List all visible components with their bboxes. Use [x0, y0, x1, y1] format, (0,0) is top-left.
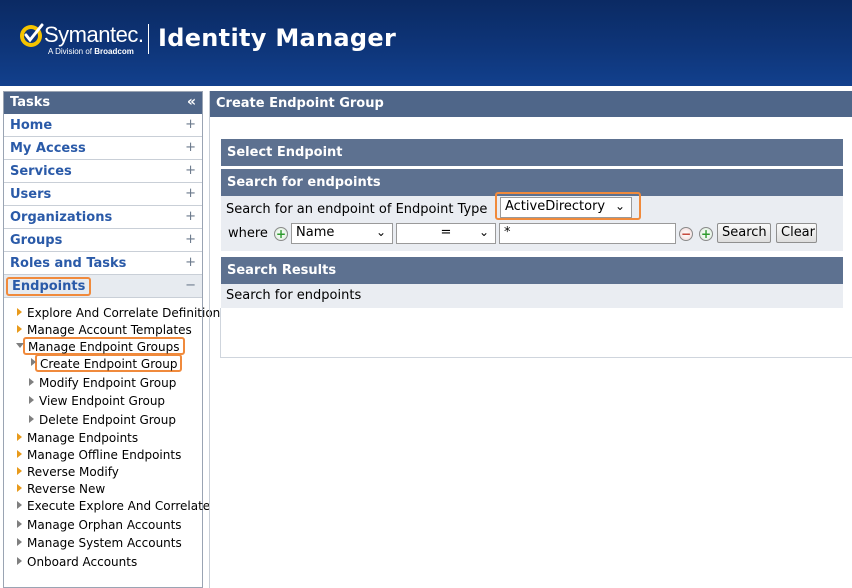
main-content: Create Endpoint Group Select Endpoint Se… — [209, 91, 852, 588]
search-results-row: Search for endpoints — [221, 284, 843, 308]
sidebar-item-endpoints[interactable]: Endpoints − — [4, 275, 202, 298]
expand-icon[interactable]: + — [185, 163, 196, 178]
search-results-header: Search Results — [221, 257, 843, 284]
expand-icon[interactable]: + — [185, 140, 196, 155]
arrow-right-icon — [17, 484, 22, 492]
arrow-right-icon — [17, 450, 22, 458]
where-label: where — [228, 226, 268, 241]
page-title: Create Endpoint Group — [210, 91, 852, 117]
chevron-down-icon: ⌄ — [614, 199, 625, 213]
arrow-right-icon — [31, 358, 36, 366]
app-header: Symantec. A Division of Broadcom Identit… — [0, 0, 852, 86]
header-divider — [148, 24, 149, 54]
arrow-right-icon — [17, 325, 22, 333]
chevron-down-icon: ⌄ — [375, 225, 386, 239]
task-manage-offline-endpoints[interactable]: Manage Offline Endpoints — [17, 448, 181, 462]
chevron-down-icon: ⌄ — [478, 225, 489, 239]
arrow-right-icon — [17, 538, 22, 546]
sidebar-item-groups[interactable]: Groups + — [4, 229, 202, 252]
collapse-icon[interactable]: « — [187, 94, 196, 110]
add-condition-icon-2[interactable]: + — [699, 227, 713, 241]
task-reverse-modify[interactable]: Reverse Modify — [17, 465, 119, 479]
task-manage-orphan-accounts[interactable]: Manage Orphan Accounts — [17, 518, 182, 532]
search-value-input[interactable]: * — [499, 223, 676, 244]
task-delete-endpoint-group[interactable]: Delete Endpoint Group — [29, 413, 176, 427]
arrow-right-icon — [29, 415, 34, 423]
arrow-right-icon — [17, 467, 22, 475]
symantec-logo-icon — [20, 23, 44, 47]
arrow-right-icon — [29, 378, 34, 386]
task-manage-endpoint-groups[interactable]: Manage Endpoint Groups — [16, 337, 185, 355]
sidebar-item-services[interactable]: Services + — [4, 160, 202, 183]
product-title: Identity Manager — [158, 24, 397, 52]
sidebar-item-home[interactable]: Home + — [4, 114, 202, 137]
brand-tagline: A Division of Broadcom — [48, 47, 134, 56]
remove-condition-icon[interactable]: − — [679, 227, 693, 241]
expand-icon[interactable]: + — [185, 209, 196, 224]
sidebar-item-my-access[interactable]: My Access + — [4, 137, 202, 160]
task-manage-system-accounts[interactable]: Manage System Accounts — [17, 536, 182, 550]
brand-name: Symantec. — [44, 22, 144, 47]
add-condition-icon[interactable]: + — [274, 227, 288, 241]
arrow-right-icon — [17, 501, 22, 509]
arrow-right-icon — [17, 433, 22, 441]
search-form: Search for an endpoint of Endpoint Type … — [221, 192, 843, 251]
arrow-right-icon — [17, 520, 22, 528]
arrow-right-icon — [17, 557, 22, 565]
task-create-endpoint-group[interactable]: Create Endpoint Group — [31, 354, 183, 372]
expand-icon[interactable]: + — [185, 232, 196, 247]
task-execute-explore-and-correlate[interactable]: Execute Explore And Correlate — [17, 499, 210, 513]
search-prompt-label: Search for an endpoint of Endpoint Type — [226, 202, 488, 217]
panel-footer — [220, 308, 852, 358]
select-endpoint-header: Select Endpoint — [221, 139, 843, 166]
attribute-select[interactable]: Name ⌄ — [291, 223, 393, 244]
task-modify-endpoint-group[interactable]: Modify Endpoint Group — [29, 376, 176, 390]
sidebar-item-roles-and-tasks[interactable]: Roles and Tasks + — [4, 252, 202, 275]
endpoint-type-select[interactable]: ActiveDirectory ⌄ — [500, 197, 632, 218]
arrow-down-icon — [16, 343, 24, 348]
expand-icon[interactable]: + — [185, 117, 196, 132]
sidebar-item-users[interactable]: Users + — [4, 183, 202, 206]
task-onboard-accounts[interactable]: Onboard Accounts — [17, 555, 137, 569]
arrow-right-icon — [17, 308, 22, 316]
operator-select[interactable]: = ⌄ — [396, 223, 496, 244]
expand-icon[interactable]: + — [185, 255, 196, 270]
task-manage-endpoints[interactable]: Manage Endpoints — [17, 431, 138, 445]
search-results-text: Search for endpoints — [226, 288, 362, 303]
task-manage-account-templates[interactable]: Manage Account Templates — [17, 323, 192, 337]
collapse-section-icon[interactable]: − — [185, 278, 196, 293]
tasks-sidebar: Tasks « Home + My Access + Services + Users… — [3, 91, 220, 588]
arrow-right-icon — [29, 396, 34, 404]
task-view-endpoint-group[interactable]: View Endpoint Group — [29, 394, 165, 408]
task-explore-and-correlate-definition[interactable]: Explore And Correlate Definition — [17, 306, 220, 320]
expand-icon[interactable]: + — [185, 186, 196, 201]
tasks-header: Tasks « — [4, 92, 202, 114]
task-reverse-new[interactable]: Reverse New — [17, 482, 105, 496]
search-button[interactable]: Search — [717, 223, 771, 243]
clear-button[interactable]: Clear — [776, 223, 817, 243]
tasks-title: Tasks — [10, 95, 51, 110]
sidebar-item-organizations[interactable]: Organizations + — [4, 206, 202, 229]
